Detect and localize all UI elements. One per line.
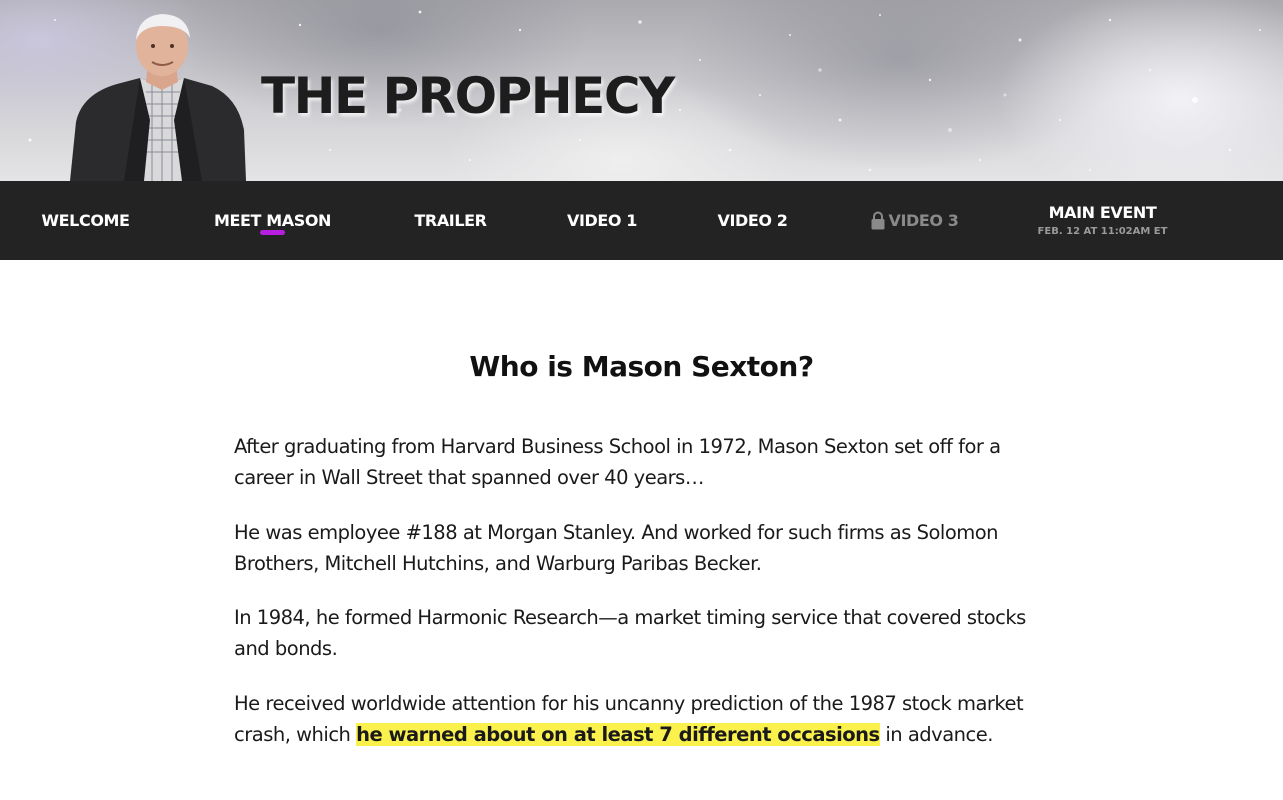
nav-item-welcome[interactable]: WELCOME [39,181,132,260]
nav-item-trailer[interactable]: TRAILER [413,181,488,260]
lock-icon [871,211,885,230]
nav-item-video-1[interactable]: VIDEO 1 [566,181,638,260]
mason-portrait [70,14,246,181]
main-event-date: FEB. 12 AT 11:02AM ET [1037,226,1168,237]
paragraph-1: After graduating from Harvard Business S… [234,435,1001,489]
hero-banner: THE PROPHECY [0,0,1283,181]
highlighted-text: he warned about on at least 7 different … [356,723,880,746]
main-nav: WELCOME MEET MASON TRAILER VIDEO 1 VIDEO… [0,181,1283,260]
paragraph-3: In 1984, he formed Harmonic Research—a m… [234,606,1026,660]
paragraph-4-text-end: in advance. [879,723,993,746]
nav-item-meet-mason[interactable]: MEET MASON [212,181,333,260]
nav-item-label: MEET MASON [213,210,332,230]
site-title: THE PROPHECY [261,67,675,125]
nav-item-main-event[interactable]: MAIN EVENT FEB. 12 AT 11:02AM ET [1035,181,1170,260]
nav-item-label: WELCOME [41,210,130,230]
paragraph-2: He was employee #188 at Morgan Stanley. … [234,521,999,575]
page-heading: Who is Mason Sexton? [469,350,814,383]
nav-item-label: VIDEO 1 [566,210,638,230]
nav-item-label: MAIN EVENT [1048,203,1157,222]
active-nav-indicator [260,230,285,235]
paragraph-4: He received worldwide attention for his … [234,688,1054,750]
nav-item-label: TRAILER [414,210,487,230]
nav-item-label: VIDEO 3 [888,210,959,230]
nav-item-video-3[interactable]: VIDEO 3 [869,181,961,260]
nav-item-label: VIDEO 2 [717,210,788,230]
nav-item-video-2[interactable]: VIDEO 2 [717,181,788,260]
